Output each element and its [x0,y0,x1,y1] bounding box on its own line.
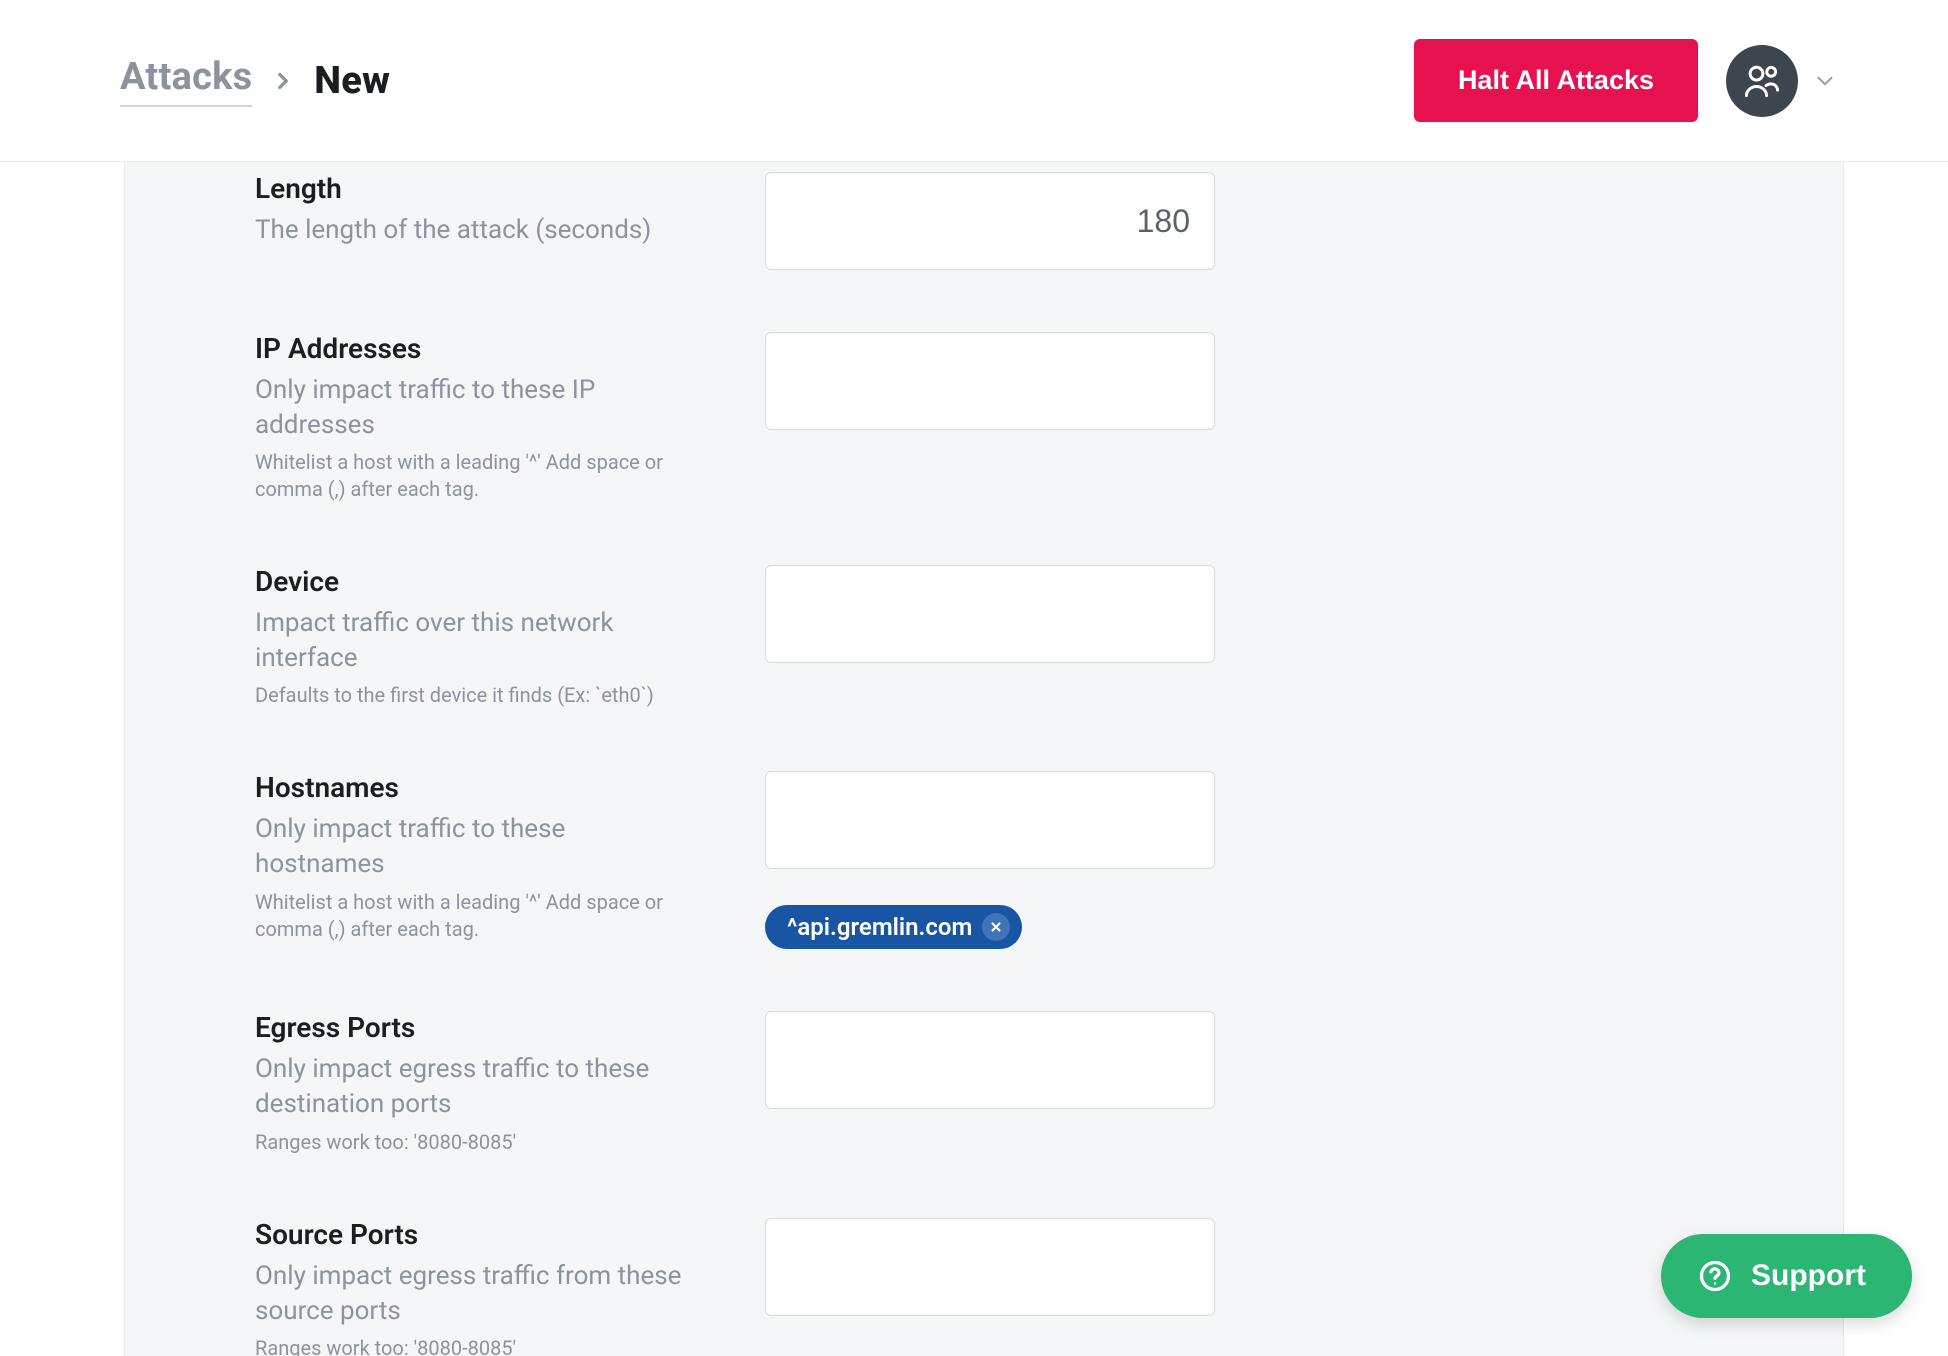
field-row-length: Length The length of the attack (seconds… [255,162,1843,270]
egress-ports-hint: Ranges work too: '8080-8085' [255,1129,695,1156]
avatar [1726,45,1798,117]
field-row-device: Device Impact traffic over this network … [255,565,1843,709]
header: Attacks New Halt All Attacks [0,0,1948,162]
egress-ports-desc: Only impact egress traffic to these dest… [255,1052,695,1122]
ip-addresses-label: IP Addresses [255,332,765,365]
halt-all-attacks-button[interactable]: Halt All Attacks [1414,39,1698,122]
device-hint: Defaults to the first device it finds (E… [255,682,695,709]
field-row-ip-addresses: IP Addresses Only impact traffic to thes… [255,332,1843,503]
ip-addresses-desc: Only impact traffic to these IP addresse… [255,373,695,443]
hostnames-hint: Whitelist a host with a leading '^' Add … [255,889,695,943]
egress-ports-label: Egress Ports [255,1011,765,1044]
egress-ports-input[interactable] [765,1011,1215,1109]
length-input[interactable] [765,172,1215,270]
hostname-tag: ^api.gremlin.com [765,905,1022,949]
page-area: Length The length of the attack (seconds… [0,162,1948,1356]
ip-addresses-hint: Whitelist a host with a leading '^' Add … [255,449,695,503]
length-label: Length [255,172,765,205]
field-row-source-ports: Source Ports Only impact egress traffic … [255,1218,1843,1356]
chevron-right-icon [270,68,296,94]
support-button[interactable]: Support [1661,1234,1912,1318]
breadcrumb-current: New [314,59,390,103]
hostnames-input[interactable] [765,771,1215,869]
device-input[interactable] [765,565,1215,663]
hostnames-desc: Only impact traffic to these hostnames [255,812,695,882]
source-ports-desc: Only impact egress traffic from these so… [255,1259,695,1329]
breadcrumb-parent[interactable]: Attacks [120,55,252,107]
length-desc: The length of the attack (seconds) [255,213,695,248]
hostnames-label: Hostnames [255,771,765,804]
header-actions: Halt All Attacks [1414,39,1838,122]
device-label: Device [255,565,765,598]
hostname-tag-text: ^api.gremlin.com [787,913,972,941]
field-row-hostnames: Hostnames Only impact traffic to these h… [255,771,1843,949]
device-desc: Impact traffic over this network interfa… [255,606,695,676]
tag-remove-button[interactable] [982,913,1010,941]
user-menu[interactable] [1726,45,1838,117]
field-row-egress-ports: Egress Ports Only impact egress traffic … [255,1011,1843,1155]
chevron-down-icon [1812,68,1838,94]
source-ports-label: Source Ports [255,1218,765,1251]
close-icon [989,920,1003,934]
source-ports-hint: Ranges work too: '8080-8085' [255,1335,695,1356]
breadcrumb: Attacks New [120,55,390,107]
source-ports-input[interactable] [765,1218,1215,1316]
ip-addresses-input[interactable] [765,332,1215,430]
support-label: Support [1751,1259,1866,1293]
help-icon [1697,1258,1733,1294]
form-card: Length The length of the attack (seconds… [124,162,1844,1356]
